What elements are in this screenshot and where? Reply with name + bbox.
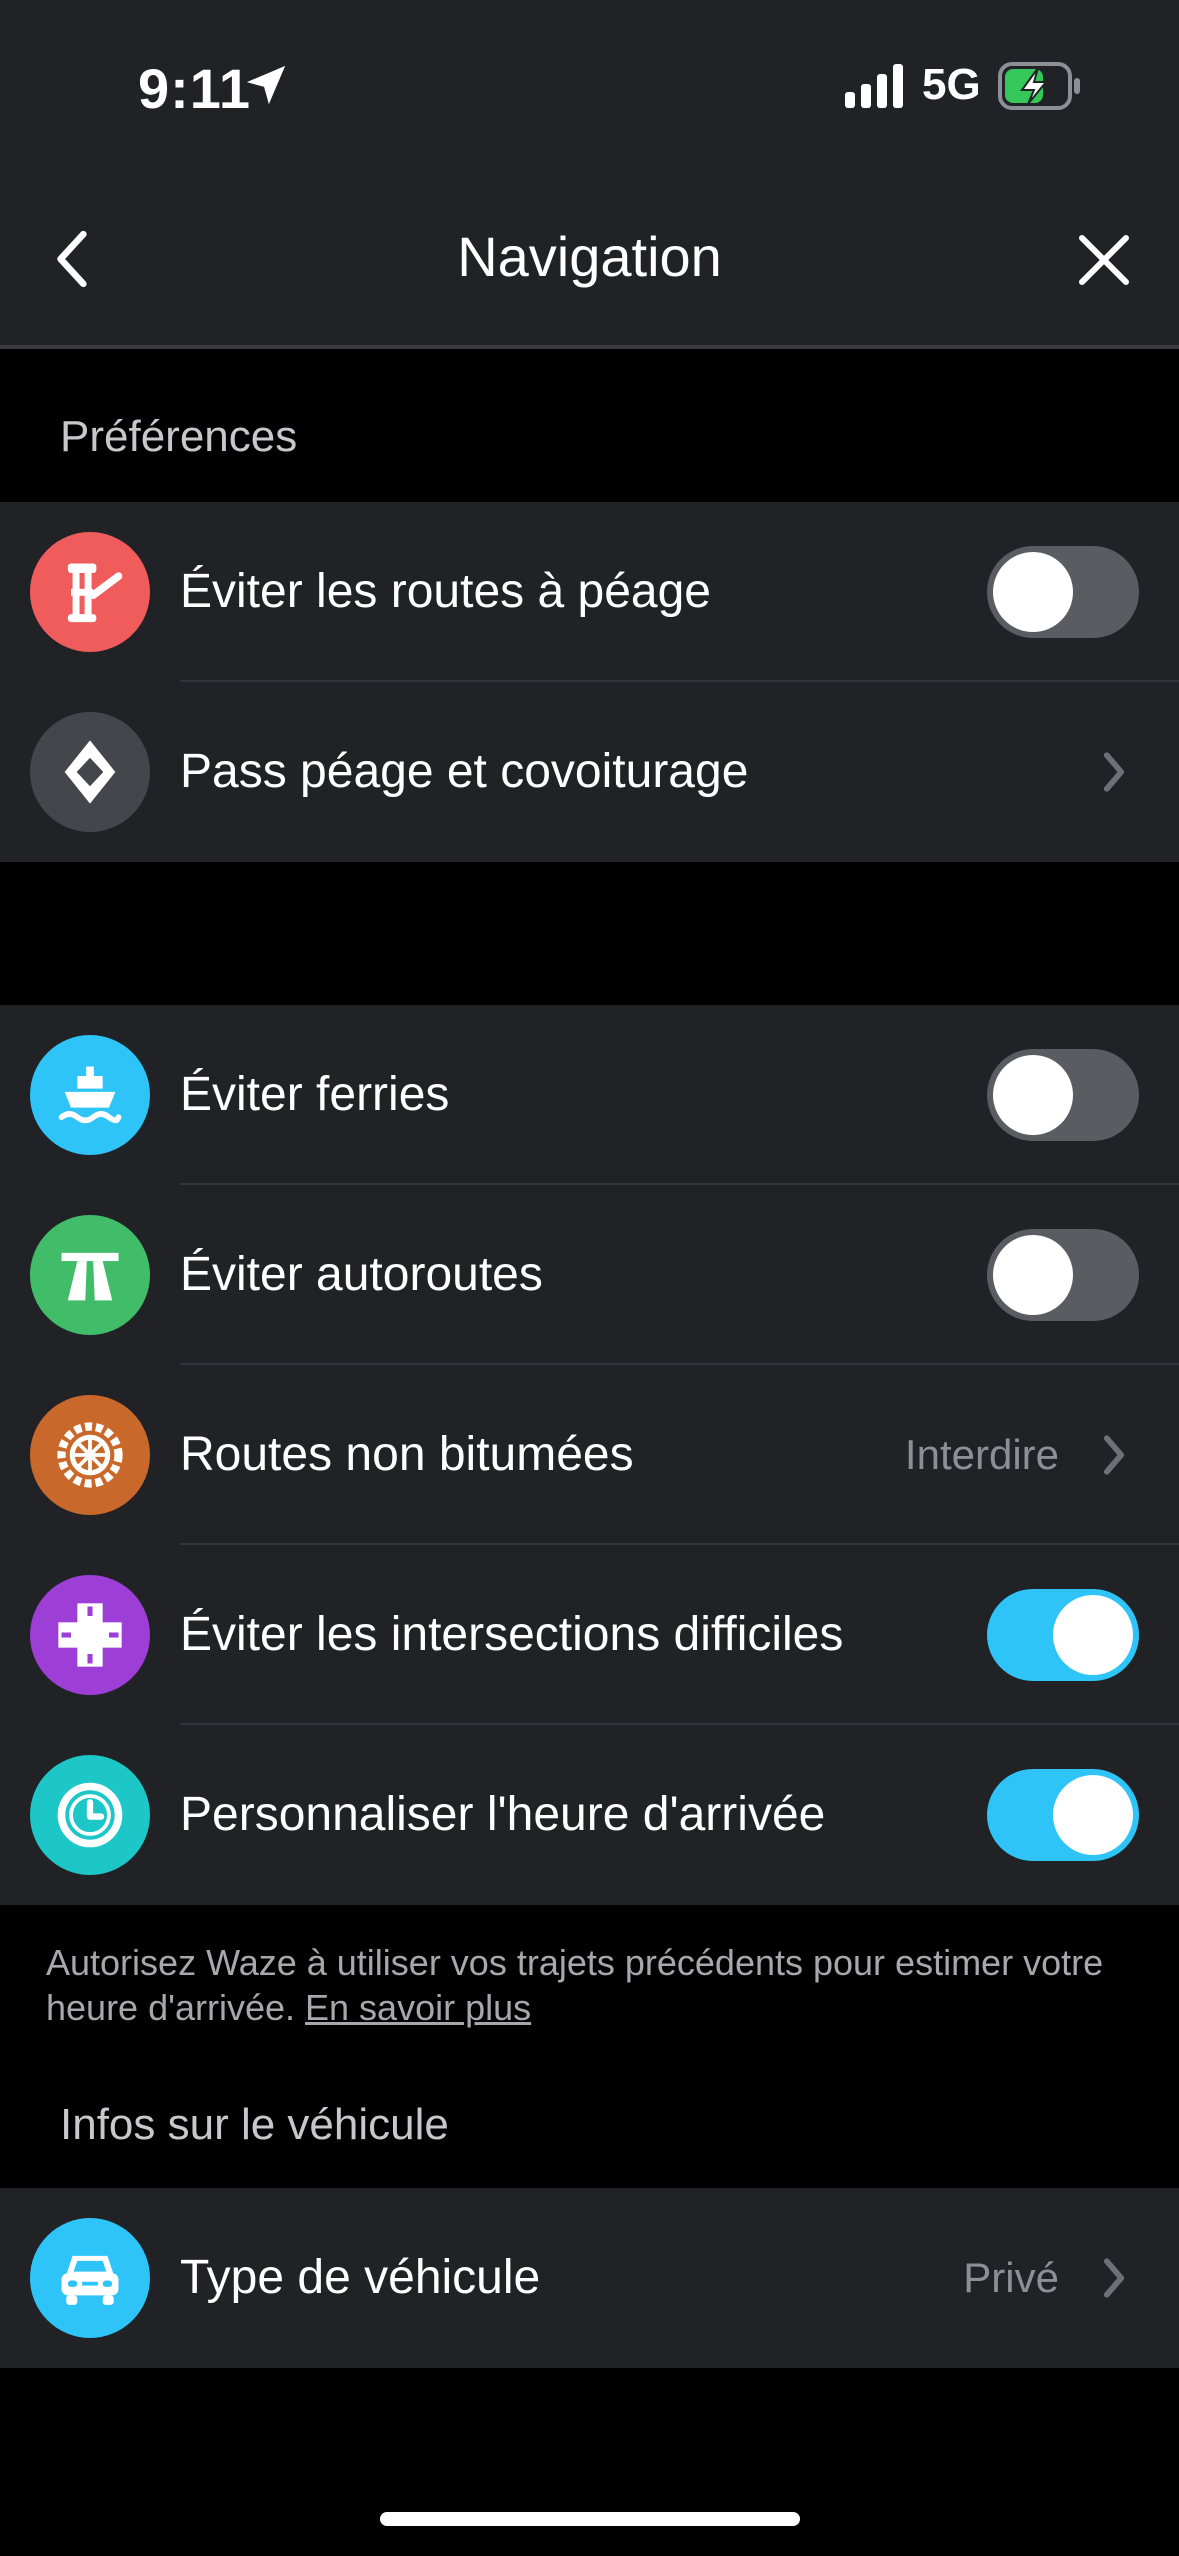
page-title: Navigation bbox=[457, 225, 722, 288]
signal-icon bbox=[845, 64, 903, 108]
avoid-ferries-toggle[interactable] bbox=[987, 1049, 1139, 1141]
wheel-icon bbox=[30, 1395, 150, 1515]
location-arrow-icon bbox=[246, 65, 286, 105]
chevron-right-icon bbox=[1103, 1435, 1125, 1475]
toll-booth-icon bbox=[30, 532, 150, 652]
row-label: Personnaliser l'heure d'arrivée bbox=[180, 1788, 826, 1841]
battery-charging-icon bbox=[998, 62, 1080, 110]
learn-more-link[interactable]: En savoir plus bbox=[305, 1987, 531, 2028]
status-time: 9:11 bbox=[138, 57, 251, 120]
avoid-tolls-toggle[interactable] bbox=[987, 546, 1139, 638]
row-toll-pass[interactable]: Pass péage et covoiturage bbox=[0, 682, 1179, 862]
row-label: Éviter ferries bbox=[180, 1068, 450, 1121]
home-indicator[interactable] bbox=[380, 2512, 800, 2526]
header-divider bbox=[0, 345, 1179, 349]
avoid-intersections-toggle[interactable] bbox=[987, 1589, 1139, 1681]
top-bar bbox=[0, 0, 1179, 345]
network-label: 5G bbox=[922, 60, 981, 109]
row-avoid-ferries[interactable]: Éviter ferries bbox=[0, 1005, 1179, 1185]
ferry-icon bbox=[30, 1035, 150, 1155]
row-label: Routes non bitumées bbox=[180, 1428, 634, 1481]
chevron-right-icon bbox=[1103, 2258, 1125, 2298]
close-button[interactable] bbox=[1076, 232, 1132, 288]
row-unpaved-roads[interactable]: Routes non bitumées Interdire bbox=[0, 1365, 1179, 1545]
intersection-icon bbox=[30, 1575, 150, 1695]
row-label: Pass péage et covoiturage bbox=[180, 745, 749, 798]
section-header-preferences: Préférences bbox=[60, 412, 298, 461]
route-options-group: Éviter ferries Éviter autoroutes Routes … bbox=[0, 1005, 1179, 1905]
chevron-right-icon bbox=[1103, 752, 1125, 792]
row-avoid-difficult-intersections[interactable]: Éviter les intersections difficiles bbox=[0, 1545, 1179, 1725]
vehicle-group: Type de véhicule Privé bbox=[0, 2188, 1179, 2368]
vehicle-type-value: Privé bbox=[963, 2254, 1059, 2301]
section-header-vehicle-info: Infos sur le véhicule bbox=[60, 2100, 449, 2149]
unpaved-roads-value: Interdire bbox=[904, 1431, 1059, 1478]
footnote-text: Autorisez Waze à utiliser vos trajets pr… bbox=[46, 1942, 1104, 2028]
diamond-icon bbox=[30, 712, 150, 832]
car-icon bbox=[30, 2218, 150, 2338]
row-label: Éviter autoroutes bbox=[180, 1248, 543, 1301]
personalize-eta-toggle[interactable] bbox=[987, 1769, 1139, 1861]
row-avoid-tolls[interactable]: Éviter les routes à péage bbox=[0, 502, 1179, 682]
row-label: Éviter les intersections difficiles bbox=[180, 1608, 844, 1661]
clock-icon bbox=[30, 1755, 150, 1875]
row-label: Type de véhicule bbox=[180, 2251, 541, 2304]
preferences-group: Éviter les routes à péage Pass péage et … bbox=[0, 502, 1179, 862]
avoid-highways-toggle[interactable] bbox=[987, 1229, 1139, 1321]
highway-icon bbox=[30, 1215, 150, 1335]
eta-footnote: Autorisez Waze à utiliser vos trajets pr… bbox=[46, 1940, 1136, 2030]
row-personalize-eta[interactable]: Personnaliser l'heure d'arrivée bbox=[0, 1725, 1179, 1905]
row-label: Éviter les routes à péage bbox=[180, 565, 711, 618]
row-vehicle-type[interactable]: Type de véhicule Privé bbox=[0, 2188, 1179, 2368]
row-avoid-highways[interactable]: Éviter autoroutes bbox=[0, 1185, 1179, 1365]
